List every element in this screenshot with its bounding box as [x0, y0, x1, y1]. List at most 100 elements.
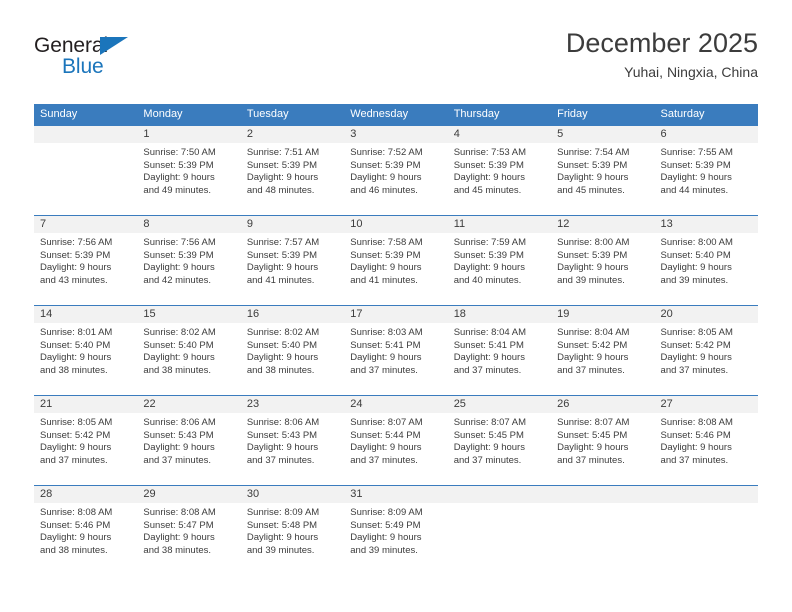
- sunrise-text: Sunrise: 7:59 AM: [453, 237, 527, 248]
- day-cell[interactable]: 24 Sunrise: 8:07 AM Sunset: 5:44 PM Dayl…: [344, 396, 448, 485]
- day-number: [551, 486, 655, 503]
- daylight-text-line2: and 38 minutes.: [143, 364, 212, 376]
- day-number: 11: [447, 216, 552, 233]
- day-number: 6: [654, 126, 758, 143]
- day-details: [34, 143, 137, 147]
- sunrise-text: Sunrise: 8:03 AM: [350, 327, 423, 338]
- day-number: 18: [447, 306, 552, 323]
- daylight-text-line2: and 37 minutes.: [143, 454, 212, 466]
- day-cell[interactable]: 7 Sunrise: 7:56 AM Sunset: 5:39 PM Dayli…: [34, 216, 138, 305]
- day-details: Sunrise: 8:07 AM Sunset: 5:45 PM Dayligh…: [448, 413, 551, 467]
- weekday-header-saturday: Saturday: [660, 108, 705, 120]
- daylight-text-line2: and 39 minutes.: [557, 274, 625, 286]
- daylight-text-line2: and 38 minutes.: [143, 544, 212, 556]
- day-cell[interactable]: 16 Sunrise: 8:02 AM Sunset: 5:40 PM Dayl…: [240, 306, 345, 395]
- day-details: Sunrise: 8:00 AM Sunset: 5:39 PM Dayligh…: [551, 233, 654, 287]
- day-cell[interactable]: 12 Sunrise: 8:00 AM Sunset: 5:39 PM Dayl…: [551, 216, 655, 305]
- sunset-text: Sunset: 5:40 PM: [660, 249, 731, 261]
- daylight-text-line1: Daylight: 9 hours: [246, 262, 319, 274]
- sunset-text: Sunset: 5:39 PM: [660, 159, 731, 171]
- day-cell[interactable]: 10 Sunrise: 7:58 AM Sunset: 5:39 PM Dayl…: [344, 216, 448, 305]
- sunset-text: Sunset: 5:43 PM: [246, 429, 318, 441]
- sunset-text: Sunset: 5:39 PM: [350, 249, 421, 261]
- day-details: Sunrise: 8:09 AM Sunset: 5:49 PM Dayligh…: [344, 503, 447, 557]
- day-number: 27: [654, 396, 758, 413]
- sunrise-text: Sunrise: 7:52 AM: [350, 147, 423, 158]
- sunrise-text: Sunrise: 8:09 AM: [350, 507, 423, 518]
- daylight-text-line1: Daylight: 9 hours: [557, 172, 629, 184]
- day-cell[interactable]: 9 Sunrise: 7:57 AM Sunset: 5:39 PM Dayli…: [240, 216, 345, 305]
- sunrise-text: Sunrise: 8:04 AM: [557, 327, 630, 338]
- day-cell[interactable]: 25 Sunrise: 8:07 AM Sunset: 5:45 PM Dayl…: [447, 396, 552, 485]
- weekday-header-friday: Friday: [557, 108, 588, 120]
- day-details: Sunrise: 7:56 AM Sunset: 5:39 PM Dayligh…: [34, 233, 137, 287]
- week-row: 1 Sunrise: 7:50 AM Sunset: 5:39 PM Dayli…: [34, 125, 758, 215]
- daylight-text-line2: and 38 minutes.: [40, 364, 108, 376]
- triangle-icon: [100, 37, 128, 55]
- day-cell[interactable]: 30 Sunrise: 8:09 AM Sunset: 5:48 PM Dayl…: [240, 486, 345, 575]
- week-row: 28 Sunrise: 8:08 AM Sunset: 5:46 PM Dayl…: [34, 485, 758, 575]
- daylight-text-line2: and 45 minutes.: [453, 184, 522, 196]
- day-details: Sunrise: 8:05 AM Sunset: 5:42 PM Dayligh…: [34, 413, 137, 467]
- weekday-header-monday: Monday: [143, 108, 183, 120]
- day-cell[interactable]: 11 Sunrise: 7:59 AM Sunset: 5:39 PM Dayl…: [447, 216, 552, 305]
- daylight-text-line2: and 37 minutes.: [246, 454, 315, 466]
- sunset-text: Sunset: 5:39 PM: [557, 159, 628, 171]
- daylight-text-line1: Daylight: 9 hours: [143, 262, 215, 274]
- week-row: 7 Sunrise: 7:56 AM Sunset: 5:39 PM Dayli…: [34, 215, 758, 305]
- day-number: 28: [34, 486, 138, 503]
- day-details: Sunrise: 8:08 AM Sunset: 5:46 PM Dayligh…: [34, 503, 137, 557]
- daylight-text-line2: and 38 minutes.: [40, 544, 108, 556]
- general-blue-logo[interactable]: General Blue: [34, 34, 214, 90]
- daylight-text-line1: Daylight: 9 hours: [350, 532, 422, 544]
- day-cell[interactable]: 21 Sunrise: 8:05 AM Sunset: 5:42 PM Dayl…: [34, 396, 138, 485]
- day-details: Sunrise: 7:57 AM Sunset: 5:39 PM Dayligh…: [241, 233, 344, 287]
- day-cell[interactable]: 6 Sunrise: 7:55 AM Sunset: 5:39 PM Dayli…: [654, 126, 758, 215]
- daylight-text-line2: and 45 minutes.: [557, 184, 625, 196]
- weekday-header-row: Sunday Monday Tuesday Wednesday Thursday…: [34, 104, 758, 125]
- calendar-page: General Blue December 2025 Yuhai, Ningxi…: [0, 0, 792, 612]
- day-cell[interactable]: 20 Sunrise: 8:05 AM Sunset: 5:42 PM Dayl…: [654, 306, 758, 395]
- day-cell[interactable]: 23 Sunrise: 8:06 AM Sunset: 5:43 PM Dayl…: [240, 396, 345, 485]
- daylight-text-line2: and 37 minutes.: [453, 454, 522, 466]
- day-cell[interactable]: 14 Sunrise: 8:01 AM Sunset: 5:40 PM Dayl…: [34, 306, 138, 395]
- day-cell[interactable]: 8 Sunrise: 7:56 AM Sunset: 5:39 PM Dayli…: [137, 216, 241, 305]
- day-cell[interactable]: 2 Sunrise: 7:51 AM Sunset: 5:39 PM Dayli…: [240, 126, 345, 215]
- day-cell[interactable]: 26 Sunrise: 8:07 AM Sunset: 5:45 PM Dayl…: [551, 396, 655, 485]
- day-cell[interactable]: 3 Sunrise: 7:52 AM Sunset: 5:39 PM Dayli…: [344, 126, 448, 215]
- day-number: 19: [551, 306, 655, 323]
- sunset-text: Sunset: 5:41 PM: [350, 339, 421, 351]
- day-cell[interactable]: 13 Sunrise: 8:00 AM Sunset: 5:40 PM Dayl…: [654, 216, 758, 305]
- day-number: 31: [344, 486, 448, 503]
- day-number: 26: [551, 396, 655, 413]
- day-cell[interactable]: 28 Sunrise: 8:08 AM Sunset: 5:46 PM Dayl…: [34, 486, 138, 575]
- day-number: 24: [344, 396, 448, 413]
- day-cell[interactable]: 15 Sunrise: 8:02 AM Sunset: 5:40 PM Dayl…: [137, 306, 241, 395]
- page-header: General Blue December 2025 Yuhai, Ningxi…: [34, 26, 758, 98]
- day-cell[interactable]: 27 Sunrise: 8:08 AM Sunset: 5:46 PM Dayl…: [654, 396, 758, 485]
- day-number: 5: [551, 126, 655, 143]
- sunset-text: Sunset: 5:39 PM: [143, 249, 214, 261]
- day-cell[interactable]: 19 Sunrise: 8:04 AM Sunset: 5:42 PM Dayl…: [551, 306, 655, 395]
- daylight-text-line1: Daylight: 9 hours: [557, 262, 629, 274]
- sunrise-text: Sunrise: 8:07 AM: [557, 417, 630, 428]
- day-number: 25: [447, 396, 552, 413]
- daylight-text-line1: Daylight: 9 hours: [143, 352, 215, 364]
- day-cell: [551, 486, 655, 575]
- day-number: [654, 486, 758, 503]
- daylight-text-line1: Daylight: 9 hours: [557, 352, 629, 364]
- day-cell[interactable]: 4 Sunrise: 7:53 AM Sunset: 5:39 PM Dayli…: [447, 126, 552, 215]
- day-number: [447, 486, 552, 503]
- day-cell[interactable]: 31 Sunrise: 8:09 AM Sunset: 5:49 PM Dayl…: [344, 486, 448, 575]
- sunset-text: Sunset: 5:40 PM: [40, 339, 111, 351]
- day-cell[interactable]: 17 Sunrise: 8:03 AM Sunset: 5:41 PM Dayl…: [344, 306, 448, 395]
- day-cell[interactable]: 29 Sunrise: 8:08 AM Sunset: 5:47 PM Dayl…: [137, 486, 241, 575]
- day-details: Sunrise: 7:51 AM Sunset: 5:39 PM Dayligh…: [241, 143, 344, 197]
- daylight-text-line1: Daylight: 9 hours: [453, 352, 525, 364]
- day-cell[interactable]: 18 Sunrise: 8:04 AM Sunset: 5:41 PM Dayl…: [447, 306, 552, 395]
- day-cell[interactable]: 5 Sunrise: 7:54 AM Sunset: 5:39 PM Dayli…: [551, 126, 655, 215]
- daylight-text-line2: and 37 minutes.: [557, 454, 625, 466]
- day-cell[interactable]: 1 Sunrise: 7:50 AM Sunset: 5:39 PM Dayli…: [137, 126, 241, 215]
- day-cell[interactable]: 22 Sunrise: 8:06 AM Sunset: 5:43 PM Dayl…: [137, 396, 241, 485]
- sunrise-text: Sunrise: 8:08 AM: [143, 507, 216, 518]
